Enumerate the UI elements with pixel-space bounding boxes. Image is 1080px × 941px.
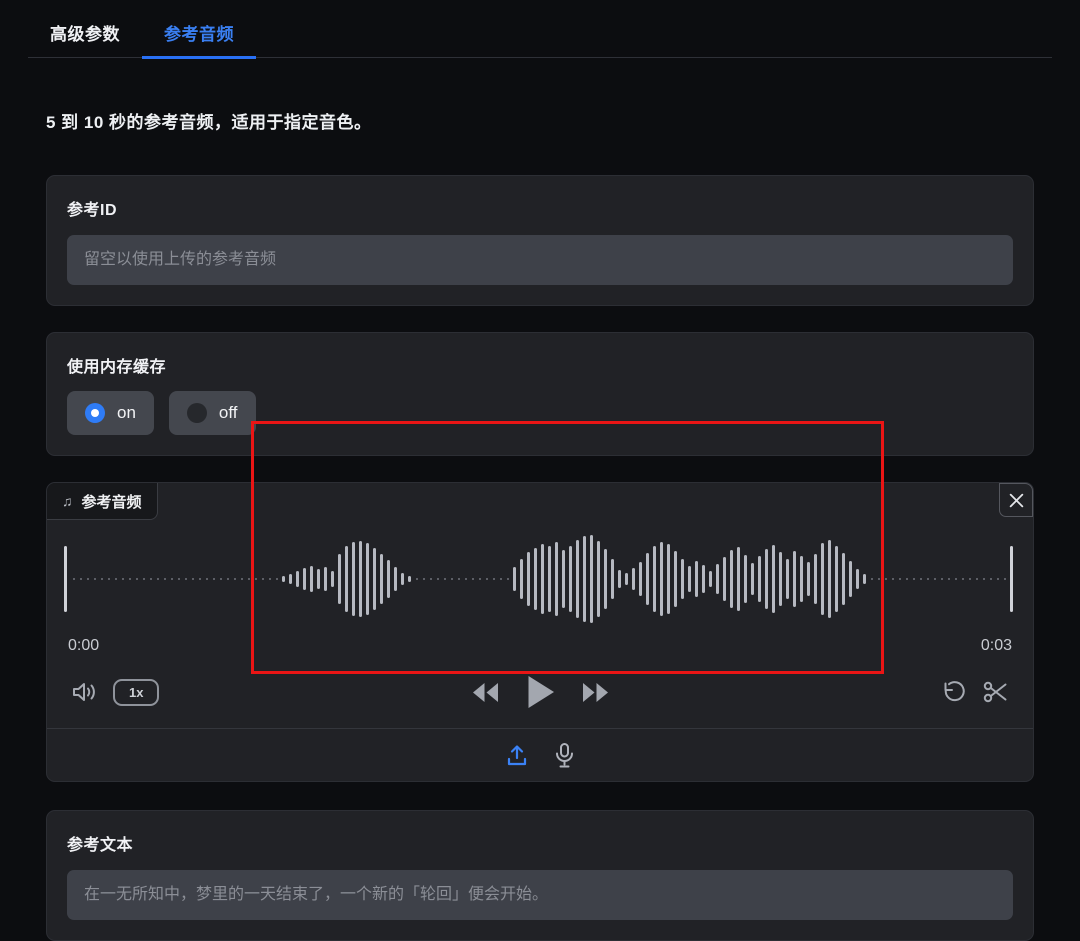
upload-icon (507, 744, 526, 765)
on-radio-label: on (117, 403, 136, 422)
memory-cache-options: on off (67, 391, 1013, 435)
rewind-button[interactable] (471, 681, 500, 704)
volume-button[interactable] (71, 680, 98, 704)
on-radio-button[interactable]: on (67, 391, 154, 435)
rewind-icon (472, 682, 498, 702)
reference-text-input[interactable] (67, 870, 1013, 920)
reference-id-card: 参考ID (46, 175, 1034, 306)
reset-button[interactable] (941, 679, 967, 705)
volume-icon (73, 683, 95, 701)
waveform-area[interactable] (47, 523, 1033, 635)
total-time-label: 0:03 (980, 637, 1012, 654)
trim-button[interactable] (982, 679, 1009, 705)
reference-audio-description: 5 到 10 秒的参考音频，适用于指定音色。 (46, 113, 372, 132)
player-controls: 1x (47, 675, 1033, 709)
off-radio-button[interactable]: off (168, 391, 256, 435)
tab-bar: 高级参数 参考音频 (28, 0, 1052, 59)
tab-advanced-params[interactable]: 高级参数 (28, 14, 142, 59)
record-audio-button[interactable] (553, 742, 576, 769)
reference-id-input[interactable] (67, 235, 1013, 285)
close-player-button[interactable] (999, 483, 1033, 517)
music-note-icon: ♫ (62, 493, 73, 509)
time-row: 0:00 0:03 (47, 635, 1033, 655)
reset-icon (944, 681, 965, 702)
player-title-badge: ♫ 参考音频 (47, 483, 158, 520)
memory-cache-label: 使用内存缓存 (67, 359, 167, 376)
microphone-icon (555, 742, 573, 767)
tab-reference-audio[interactable]: 参考音频 (142, 14, 256, 59)
reference-text-label: 参考文本 (67, 837, 134, 854)
reference-text-card: 参考文本 (46, 810, 1034, 941)
reference-id-label: 参考ID (67, 202, 118, 219)
playback-speed-button[interactable]: 1x (113, 678, 160, 706)
upload-row (47, 729, 1033, 781)
current-time-label: 0:00 (68, 637, 100, 654)
player-title-label: 参考音频 (81, 493, 142, 511)
waveform-end-marker[interactable] (1010, 546, 1013, 612)
upload-audio-button[interactable] (505, 743, 529, 768)
close-icon (1009, 493, 1023, 507)
radio-off-icon (186, 403, 207, 423)
off-radio-label: off (218, 403, 238, 422)
play-button[interactable] (526, 675, 555, 709)
waveform-start-marker[interactable] (64, 546, 67, 612)
reference-audio-player-card: ♫ 参考音频 0:00 0:03 1x (46, 482, 1034, 782)
fast-forward-button[interactable] (581, 681, 610, 704)
play-icon (528, 676, 554, 708)
fast-forward-icon (582, 682, 608, 702)
memory-cache-card: 使用内存缓存 on off (46, 332, 1034, 456)
waveform[interactable] (70, 523, 1007, 635)
scissors-icon (983, 681, 1007, 703)
radio-on-icon (85, 403, 105, 423)
